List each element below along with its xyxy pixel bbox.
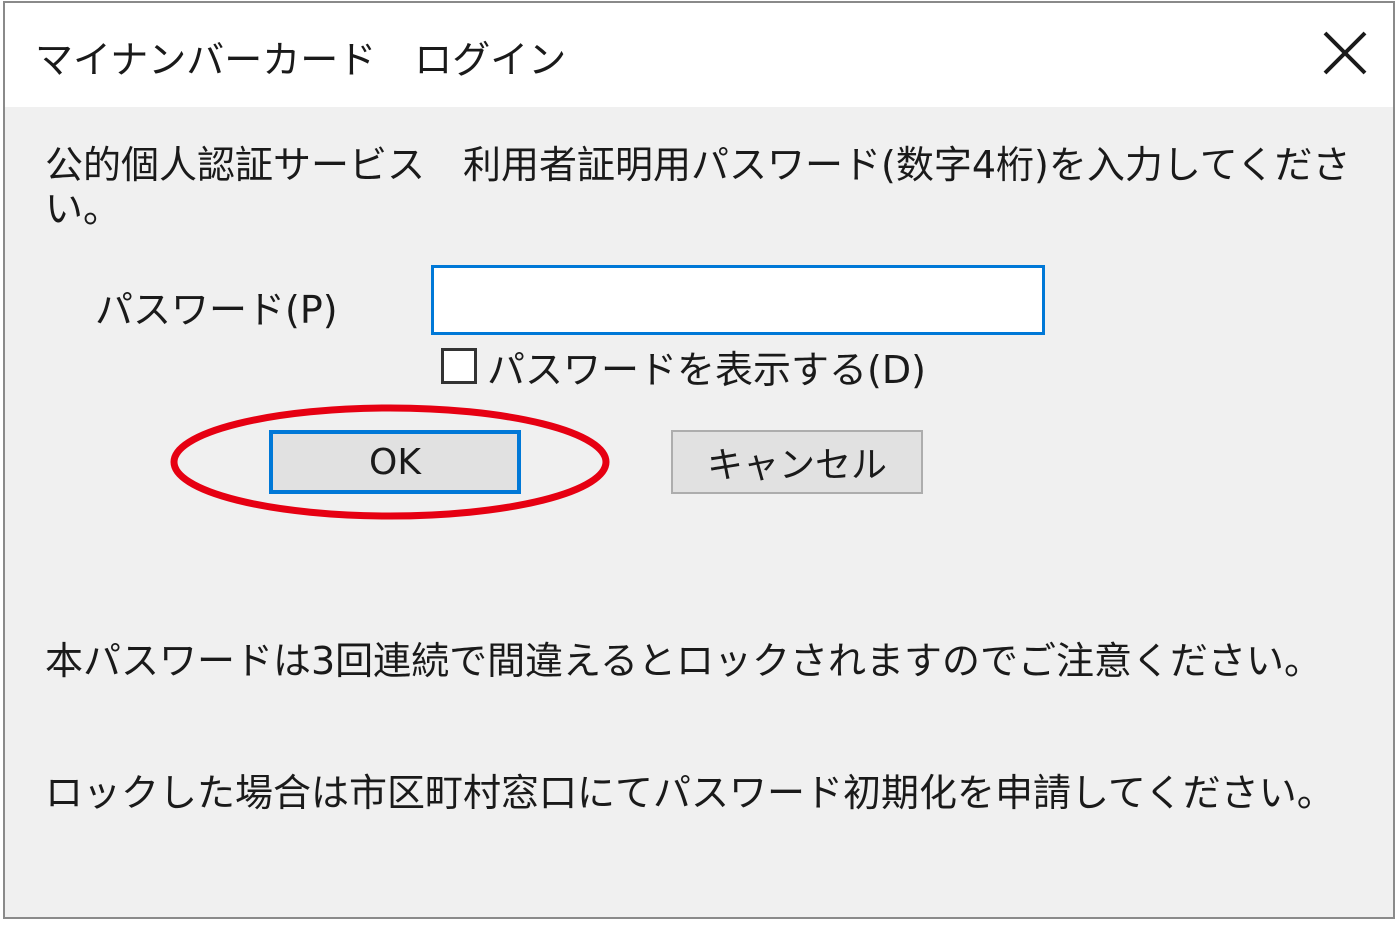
ok-button[interactable]: OK <box>269 430 521 494</box>
lock-notice: 本パスワードは3回連続で間違えるとロックされますのでご注意ください。 ロックした… <box>45 551 1385 903</box>
close-icon <box>1323 31 1367 75</box>
show-password-label: パスワードを表示する(D) <box>487 347 926 392</box>
cancel-button[interactable]: キャンセル <box>671 430 923 494</box>
close-button[interactable] <box>1315 23 1375 83</box>
password-input[interactable] <box>431 265 1045 335</box>
password-label: パスワード(P) <box>95 288 338 332</box>
checkbox-box[interactable] <box>441 348 477 384</box>
login-dialog: マイナンバーカード ログイン 公的個人認証サービス 利用者証明用パスワード(数字… <box>3 1 1395 919</box>
title-bar: マイナンバーカード ログイン <box>5 3 1393 107</box>
instruction-message: 公的個人認証サービス 利用者証明用パスワード(数字4桁)を入力してください。 <box>45 143 1351 231</box>
notice-line-1: 本パスワードは3回連続で間違えるとロックされますのでご注意ください。 <box>45 639 1323 683</box>
window-title: マイナンバーカード ログイン <box>35 38 567 82</box>
show-password-checkbox[interactable]: パスワードを表示する(D) <box>441 343 926 392</box>
notice-line-2: ロックした場合は市区町村窓口にてパスワード初期化を申請してください。 <box>45 771 1335 815</box>
